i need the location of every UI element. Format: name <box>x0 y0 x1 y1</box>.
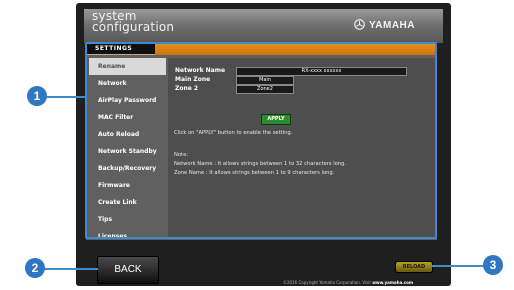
sidebar-item-create-link[interactable]: Create Link <box>89 194 166 211</box>
copyright-text: ©2016 Copyright Yamaha Corporation. Visi… <box>283 280 413 285</box>
main-zone-label: Main Zone <box>175 76 211 83</box>
sidebar-item-network[interactable]: Network <box>89 75 166 92</box>
brand-name: YAMAHA <box>369 20 415 31</box>
sidebar-item-backup-recovery[interactable]: Backup/Recovery <box>89 160 166 177</box>
network-name-label: Network Name <box>175 67 226 74</box>
callout-1-line <box>47 96 87 98</box>
settings-title: SETTINGS <box>95 45 133 52</box>
note-network-name: Network Name : It allows strings between… <box>174 161 347 167</box>
sidebar-item-tips[interactable]: Tips <box>89 211 166 228</box>
reload-button[interactable]: RELOAD <box>395 261 433 273</box>
yamaha-logo-icon <box>354 19 365 30</box>
callout-2-line <box>44 268 98 270</box>
apply-instructions: Click on "APPLY" button to enable the se… <box>174 130 293 136</box>
config-window: system configuration YAMAHA SETTINGS Ren… <box>76 3 451 286</box>
sidebar-item-firmware[interactable]: Firmware <box>89 177 166 194</box>
title-line-2: configuration <box>92 20 175 34</box>
settings-sidebar: Rename Network AirPlay Password MAC Filt… <box>89 58 166 240</box>
callout-2-badge: 2 <box>25 258 45 278</box>
yamaha-url-link[interactable]: www.yamaha.com <box>372 280 413 285</box>
accent-strip <box>155 44 437 55</box>
callout-3-badge: 3 <box>483 255 503 275</box>
system-configuration-title: system configuration <box>92 10 175 34</box>
sidebar-item-rename[interactable]: Rename <box>89 58 166 75</box>
sidebar-item-network-standby[interactable]: Network Standby <box>89 143 166 160</box>
sidebar-item-mac-filter[interactable]: MAC Filter <box>89 109 166 126</box>
apply-button[interactable]: APPLY <box>261 114 291 125</box>
copyright-notice: ©2016 Copyright Yamaha Corporation. Visi… <box>283 280 371 285</box>
settings-panel: SETTINGS Rename Network AirPlay Password… <box>86 44 437 240</box>
zone2-input[interactable]: Zone2 <box>236 85 294 94</box>
sidebar-item-licenses[interactable]: Licenses <box>89 228 166 245</box>
rename-content: Network Name RX-xxxx xxxxxx Main Zone Ma… <box>168 58 436 238</box>
network-name-input[interactable]: RX-xxxx xxxxxx <box>236 67 407 76</box>
callout-1-badge: 1 <box>27 86 47 106</box>
zone2-label: Zone 2 <box>175 85 199 92</box>
callout-3-line <box>431 265 485 267</box>
back-button[interactable]: BACK <box>97 256 159 284</box>
sidebar-item-airplay-password[interactable]: AirPlay Password <box>89 92 166 109</box>
sidebar-item-auto-reload[interactable]: Auto Reload <box>89 126 166 143</box>
main-zone-input[interactable]: Main <box>236 76 294 85</box>
note-zone-name: Zone Name : It allows strings between 1 … <box>174 170 335 176</box>
note-title: Note: <box>174 152 189 158</box>
window-header: system configuration YAMAHA <box>84 9 443 43</box>
